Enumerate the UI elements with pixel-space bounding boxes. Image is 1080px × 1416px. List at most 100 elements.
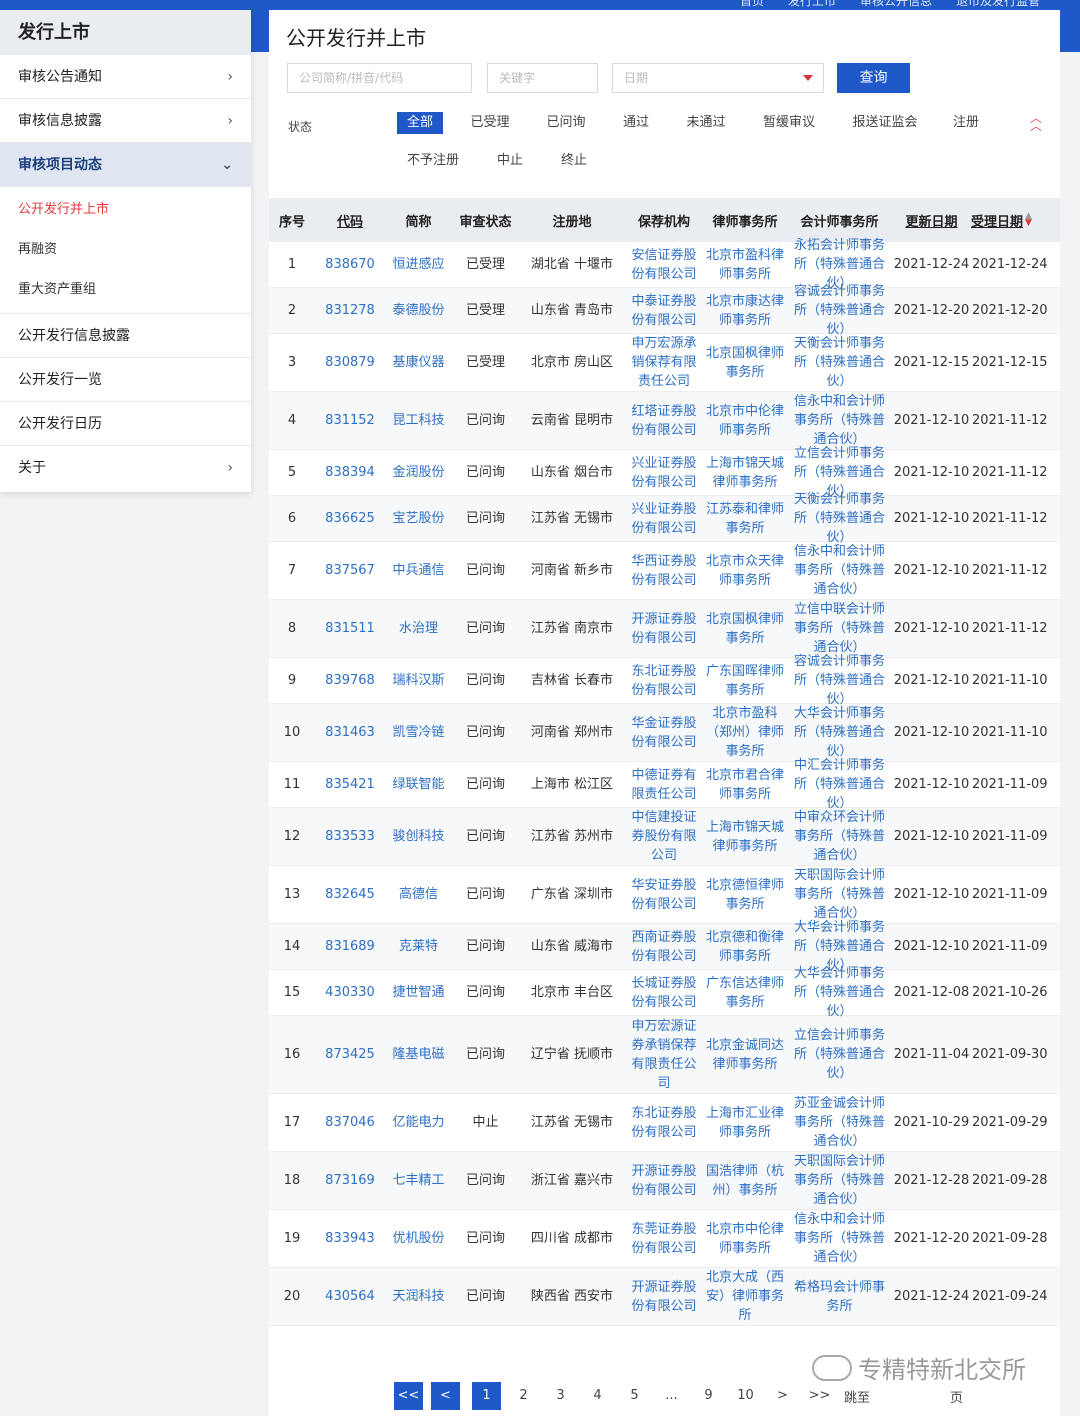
cell-law-firm[interactable]: 广东信达律师事务所 — [703, 970, 787, 1015]
cell-sponsor[interactable]: 华金证券股份有限公司 — [625, 704, 703, 761]
sidebar-item-offering-disclosure[interactable]: 公开发行信息披露 — [0, 314, 251, 358]
cell-name[interactable]: 瑞科汉斯 — [385, 658, 452, 703]
cell-sponsor[interactable]: 开源证券股份有限公司 — [625, 1268, 703, 1325]
cell-sponsor[interactable]: 华安证券股份有限公司 — [625, 866, 703, 923]
cell-law-firm[interactable]: 北京大成（西安）律师事务所 — [703, 1268, 787, 1325]
sidebar-item-project-status[interactable]: 审核项目动态 ⌄ — [0, 143, 251, 187]
page-3[interactable]: 3 — [542, 1382, 579, 1410]
cell-code[interactable]: 831463 — [315, 704, 385, 761]
cell-law-firm[interactable]: 北京市盈科律师事务所 — [703, 242, 787, 287]
cell-law-firm[interactable]: 江苏泰和律师事务所 — [703, 496, 787, 541]
goto-page-input[interactable] — [874, 1383, 940, 1409]
cell-sponsor[interactable]: 华西证券股份有限公司 — [625, 542, 703, 599]
cell-code[interactable]: 835421 — [315, 762, 385, 807]
cell-sponsor[interactable]: 开源证券股份有限公司 — [625, 1152, 703, 1209]
cell-name[interactable]: 天润科技 — [385, 1268, 452, 1325]
cell-law-firm[interactable]: 北京市中伦律师事务所 — [703, 392, 787, 449]
cell-accounting-firm[interactable]: 中汇会计师事务所（特殊普通合伙） — [787, 758, 892, 811]
status-registered[interactable]: 注册 — [949, 112, 983, 134]
cell-name[interactable]: 骏创科技 — [385, 808, 452, 865]
cell-name[interactable]: 优机股份 — [385, 1210, 452, 1267]
cell-law-firm[interactable]: 北京市众天律师事务所 — [703, 542, 787, 599]
cell-name[interactable]: 昆工科技 — [385, 392, 452, 449]
cell-code[interactable]: 430564 — [315, 1268, 385, 1325]
status-passed[interactable]: 通过 — [619, 112, 653, 134]
cell-name[interactable]: 恒进感应 — [385, 242, 452, 287]
sidebar-subitem-refinancing[interactable]: 再融资 — [0, 230, 251, 270]
cell-sponsor[interactable]: 中德证券有限责任公司 — [625, 762, 703, 807]
cell-name[interactable]: 水治理 — [385, 600, 452, 657]
status-not-passed[interactable]: 未通过 — [681, 112, 731, 134]
top-nav-item[interactable]: 审核公开信息 — [860, 0, 932, 9]
cell-law-firm[interactable]: 上海市锦天城律师事务所 — [703, 808, 787, 865]
cell-name[interactable]: 隆基电磁 — [385, 1016, 452, 1093]
prev-page-button[interactable]: < — [431, 1382, 460, 1410]
status-deferred[interactable]: 暂缓审议 — [757, 112, 821, 134]
cell-name[interactable]: 七丰精工 — [385, 1152, 452, 1209]
cell-name[interactable]: 凯雪冷链 — [385, 704, 452, 761]
sidebar-item-audit-disclosure[interactable]: 审核信息披露 › — [0, 99, 251, 143]
sidebar-item-offering-list[interactable]: 公开发行一览 — [0, 358, 251, 402]
page-10[interactable]: 10 — [727, 1382, 764, 1410]
cell-accounting-firm[interactable]: 希格玛会计师事务所 — [787, 1268, 892, 1325]
cell-accounting-firm[interactable]: 立信中联会计师事务所（特殊普通合伙） — [787, 600, 892, 657]
page-2[interactable]: 2 — [505, 1382, 542, 1410]
col-header-accept-date[interactable]: 受理日期 ▲ ▼ — [971, 198, 1050, 242]
cell-code[interactable]: 838394 — [315, 450, 385, 495]
cell-accounting-firm[interactable]: 苏亚金诚会计师事务所（特殊普通合伙） — [787, 1094, 892, 1151]
cell-accounting-firm[interactable]: 永拓会计师事务所（特殊普通合伙） — [787, 238, 892, 291]
cell-name[interactable]: 中兵通信 — [385, 542, 452, 599]
cell-code[interactable]: 833943 — [315, 1210, 385, 1267]
status-all[interactable]: 全部 — [397, 112, 443, 134]
top-nav-item[interactable]: 退市及发行监管 — [956, 0, 1040, 9]
cell-name[interactable]: 基康仪器 — [385, 334, 452, 391]
page-9[interactable]: 9 — [690, 1382, 727, 1410]
status-submitted-csrc[interactable]: 报送证监会 — [847, 112, 923, 134]
sidebar-item-offering-calendar[interactable]: 公开发行日历 — [0, 402, 251, 446]
keyword-input[interactable]: 关键字 — [487, 63, 598, 93]
top-nav-item[interactable]: 首页 — [740, 0, 764, 9]
cell-law-firm[interactable]: 北京金诚同达律师事务所 — [703, 1016, 787, 1093]
cell-code[interactable]: 832645 — [315, 866, 385, 923]
cell-sponsor[interactable]: 中信建投证券股份有限公司 — [625, 808, 703, 865]
company-search-input[interactable]: 公司简称/拼音/代码 — [287, 63, 472, 93]
cell-name[interactable]: 绿联智能 — [385, 762, 452, 807]
page-4[interactable]: 4 — [579, 1382, 616, 1410]
cell-sponsor[interactable]: 东北证券股份有限公司 — [625, 1094, 703, 1151]
cell-accounting-firm[interactable]: 中审众环会计师事务所（特殊普通合伙） — [787, 808, 892, 865]
cell-law-firm[interactable]: 上海市锦天城律师事务所 — [703, 450, 787, 495]
cell-law-firm[interactable]: 北京国枫律师事务所 — [703, 334, 787, 391]
col-header-code[interactable]: 代码 — [315, 198, 385, 242]
sidebar-item-about[interactable]: 关于 › — [0, 446, 251, 490]
sidebar-subitem-restructuring[interactable]: 重大资产重组 — [0, 270, 251, 310]
cell-accounting-firm[interactable]: 容诚会计师事务所（特殊普通合伙） — [787, 654, 892, 707]
cell-sponsor[interactable]: 红塔证券股份有限公司 — [625, 392, 703, 449]
status-accepted[interactable]: 已受理 — [465, 112, 515, 134]
cell-sponsor[interactable]: 中泰证券股份有限公司 — [625, 288, 703, 333]
cell-accounting-firm[interactable]: 信永中和会计师事务所（特殊普通合伙） — [787, 1210, 892, 1267]
cell-accounting-firm[interactable]: 天职国际会计师事务所（特殊普通合伙） — [787, 1152, 892, 1209]
cell-code[interactable]: 830879 — [315, 334, 385, 391]
cell-code[interactable]: 833533 — [315, 808, 385, 865]
cell-accounting-firm[interactable]: 大华会计师事务所（特殊普通合伙） — [787, 920, 892, 973]
cell-name[interactable]: 泰德股份 — [385, 288, 452, 333]
cell-sponsor[interactable]: 申万宏源承销保荐有限责任公司 — [625, 334, 703, 391]
cell-accounting-firm[interactable]: 立信会计师事务所（特殊普通合伙） — [787, 446, 892, 499]
cell-code[interactable]: 831689 — [315, 924, 385, 969]
cell-accounting-firm[interactable]: 容诚会计师事务所（特殊普通合伙） — [787, 284, 892, 337]
cell-law-firm[interactable]: 北京德恒律师事务所 — [703, 866, 787, 923]
cell-code[interactable]: 837567 — [315, 542, 385, 599]
cell-law-firm[interactable]: 国浩律师（杭州）事务所 — [703, 1152, 787, 1209]
cell-name[interactable]: 金润股份 — [385, 450, 452, 495]
cell-law-firm[interactable]: 北京德和衡律师事务所 — [703, 924, 787, 969]
cell-accounting-firm[interactable]: 立信会计师事务所（特殊普通合伙） — [787, 1016, 892, 1093]
cell-name[interactable]: 捷世智通 — [385, 970, 452, 1015]
cell-name[interactable]: 克莱特 — [385, 924, 452, 969]
cell-code[interactable]: 831511 — [315, 600, 385, 657]
page-5[interactable]: 5 — [616, 1382, 653, 1410]
cell-law-firm[interactable]: 上海市汇业律师事务所 — [703, 1094, 787, 1151]
cell-sponsor[interactable]: 长城证券股份有限公司 — [625, 970, 703, 1015]
query-button[interactable]: 查询 — [837, 63, 910, 93]
cell-law-firm[interactable]: 北京市康达律师事务所 — [703, 288, 787, 333]
status-suspended[interactable]: 中止 — [493, 150, 527, 172]
